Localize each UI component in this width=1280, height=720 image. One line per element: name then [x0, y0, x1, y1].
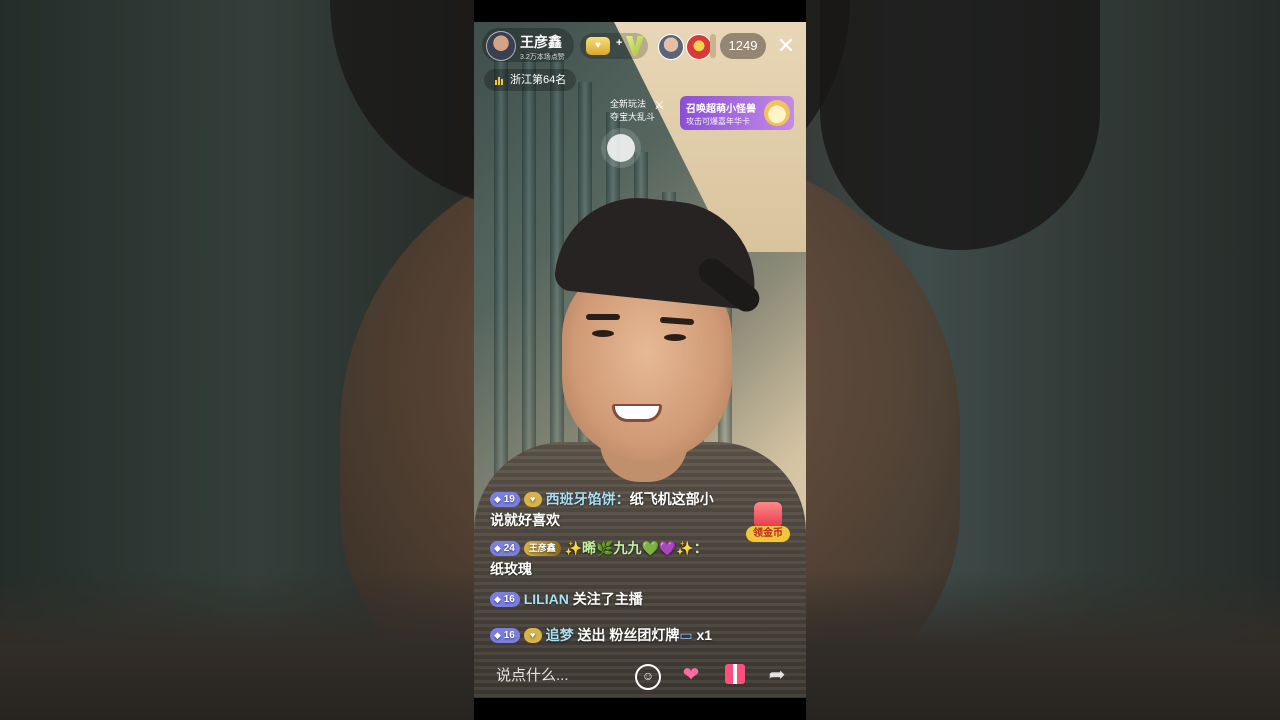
letterbox-bottom: [474, 698, 806, 720]
treasure-chest-icon: [754, 502, 782, 528]
viewer-count[interactable]: 1249: [720, 33, 766, 59]
gift-count: x1: [692, 627, 713, 643]
chat-message[interactable]: ◆ 16 LILIAN 关注了主播: [490, 589, 740, 610]
chat-message[interactable]: ◆ 19 ♥ 西班牙馅饼：纸飞机这部小 说就好喜欢: [490, 489, 740, 531]
user-level: 16: [503, 630, 515, 641]
gold-badge-icon: ♥: [586, 37, 610, 55]
host-name[interactable]: 王彦鑫: [520, 32, 562, 52]
fan-club-name: 王彦鑫: [528, 543, 556, 553]
rank-chart-icon: [495, 77, 503, 85]
user-level: 16: [503, 594, 515, 605]
fan-club-badge: 王彦鑫: [523, 541, 561, 556]
fan-heart-icon: ♥: [523, 492, 542, 507]
close-button[interactable]: ✕: [774, 34, 798, 58]
live-stream-view[interactable]: 王彦鑫 3.2万本场点赞 浙江第64名 ♥ + 1249 ✕ 全新玩法 夺宝大乱…: [474, 22, 806, 698]
floating-ball-button[interactable]: [607, 134, 635, 162]
user-level: 24: [503, 543, 515, 554]
coin-reward-label: 领金币: [746, 526, 790, 542]
background-cap-right: [820, 0, 1100, 250]
comment-input[interactable]: 说点什么...: [496, 664, 569, 685]
live-overlay: 王彦鑫 3.2万本场点赞 浙江第64名 ♥ + 1249 ✕ 全新玩法 夺宝大乱…: [474, 22, 806, 698]
badge-plus: +: [616, 37, 623, 49]
event-title: 召唤超萌小怪兽: [686, 104, 756, 115]
light-badge-icon: ▭: [679, 627, 693, 643]
user-level-badge: ◆ 19: [490, 492, 520, 507]
host-avatar[interactable]: [486, 31, 516, 61]
share-icon[interactable]: ➦: [764, 662, 790, 688]
top-viewer-avatar[interactable]: [658, 34, 684, 60]
chat-message[interactable]: ◆ 16 ♥ 追梦 送出 粉丝团灯牌▭ x1: [490, 625, 770, 646]
user-level-badge: ◆ 16: [490, 628, 520, 643]
chat-username[interactable]: ✨晞🌿九九💚💜✨：: [565, 540, 708, 556]
mascot-icon: [764, 100, 790, 126]
game-entry-line2: 夺宝大乱斗: [610, 112, 656, 122]
chat-message[interactable]: ◆ 24 王彦鑫 ✨晞🌿九九💚💜✨： 纸玫瑰: [490, 538, 740, 580]
swords-icon: ⚔: [654, 98, 665, 112]
rank-badge[interactable]: 浙江第64名: [484, 69, 577, 91]
chat-username[interactable]: 追梦: [546, 627, 574, 643]
chat-text: 关注了主播: [568, 591, 643, 607]
chat-username[interactable]: 西班牙馅饼：: [546, 491, 630, 507]
top-viewer-avatar[interactable]: [686, 34, 712, 60]
gift-icon[interactable]: [725, 664, 745, 684]
emoji-icon[interactable]: ☺: [635, 664, 661, 690]
diamond-icon: ◆: [494, 494, 501, 504]
fan-heart-icon: ♥: [523, 628, 542, 643]
chat-text: 送出 粉丝团灯牌: [573, 627, 680, 643]
user-level-badge: ◆ 24: [490, 541, 520, 556]
rank-text: 浙江第64名: [510, 74, 567, 86]
chat-text-wrap: 纸玫瑰: [490, 561, 532, 577]
chat-text-wrap: 说就好喜欢: [490, 512, 560, 528]
letterbox-top: [474, 0, 806, 22]
diamond-icon: ◆: [494, 594, 501, 604]
chat-username[interactable]: LILIAN: [524, 591, 569, 607]
host-likes: 3.2万本场点赞: [520, 54, 565, 61]
user-level-badge: ◆ 16: [490, 592, 520, 607]
user-level: 19: [503, 494, 515, 505]
diamond-icon: ◆: [494, 630, 501, 640]
heart-icon[interactable]: ❤: [678, 662, 704, 688]
chat-text: 纸飞机这部小: [629, 491, 714, 507]
top-viewer-avatar[interactable]: [710, 34, 716, 58]
coin-reward-button[interactable]: 领金币: [746, 502, 790, 544]
event-subtitle: 攻击可爆嘉年华卡: [686, 117, 750, 126]
diamond-icon: ◆: [494, 543, 501, 553]
